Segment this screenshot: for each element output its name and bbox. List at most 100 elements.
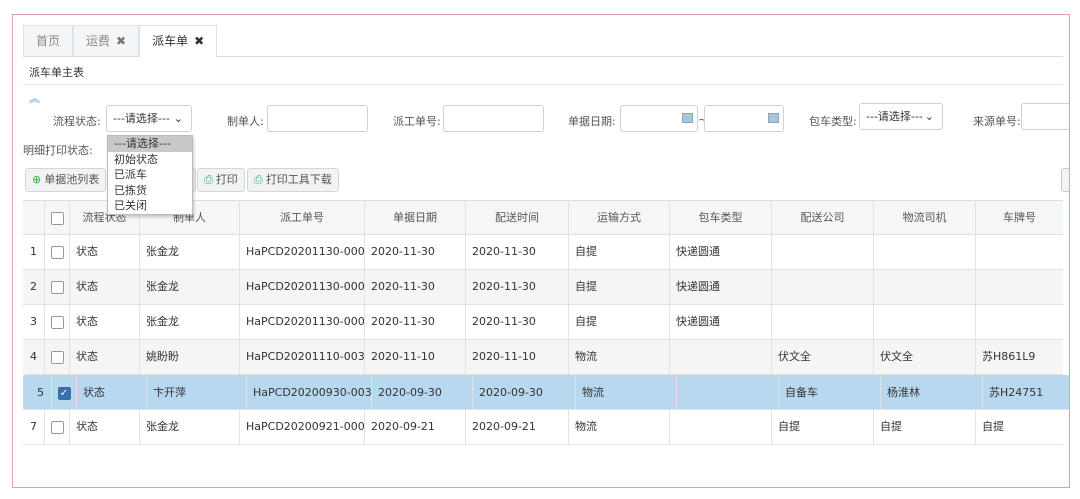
tab-freight[interactable]: 运费 ✖: [73, 25, 140, 56]
tab-label: 运费: [86, 34, 111, 48]
close-icon[interactable]: ✖: [116, 34, 126, 48]
table-cell: 自提: [982, 420, 1004, 433]
table-cell: 2020-09-30: [372, 376, 473, 409]
tab-home[interactable]: 首页: [23, 25, 74, 56]
table-cell: HaPCD20201110-0032: [240, 340, 365, 374]
dropdown-option[interactable]: ---请选择---: [108, 136, 192, 152]
table-cell: 快递圆通: [670, 270, 772, 304]
dispatch-table: 流程状态 制单人 派工单号 单据日期 配送时间 运输方式 包车类型 配送公司 物…: [23, 200, 1069, 445]
row-checkbox[interactable]: [50, 315, 64, 329]
row-checkbox-cell: [45, 305, 70, 339]
table-cell: 2020-11-30: [365, 235, 466, 269]
table-cell: 自提: [569, 305, 670, 339]
table-cell: 自备车: [779, 376, 881, 409]
table-row[interactable]: 2 状态 张金龙 HaPCD20201130-0006 2020-11-30 2020-1…: [23, 270, 1063, 305]
chevron-down-icon: ⌄: [924, 110, 934, 123]
column-header[interactable]: 包车类型: [670, 201, 772, 234]
table-cell: 快递圆通: [670, 305, 772, 339]
close-icon[interactable]: ✖: [194, 34, 204, 48]
table-cell: 张金龙: [140, 305, 240, 339]
table-cell: [772, 270, 874, 304]
select-all-checkbox[interactable]: [50, 211, 64, 225]
table-cell: 状态: [70, 270, 140, 304]
dropdown-option[interactable]: 已拣货: [108, 183, 192, 199]
row-checkbox[interactable]: [50, 420, 64, 434]
table-row[interactable]: 5 ✓ 状态 卞开萍 HaPCD20200930-0030 2020-09-30 2020-…: [23, 375, 1069, 410]
dropdown-option[interactable]: 初始状态: [108, 152, 192, 168]
table-cell: [976, 235, 1063, 269]
table-cell: 状态: [70, 305, 140, 339]
table-cell: 自提: [569, 235, 670, 269]
table-cell: [874, 270, 976, 304]
pool-list-button[interactable]: ⊕ 单据池列表: [25, 168, 107, 192]
table-cell: 姚盼盼: [140, 340, 240, 374]
calendar-icon[interactable]: [682, 113, 693, 123]
table-cell: 2020-09-21: [365, 410, 466, 444]
chevron-down-icon: ⌄: [173, 112, 183, 125]
row-checkbox[interactable]: [50, 280, 64, 294]
table-cell: 伏文全: [874, 340, 976, 374]
table-cell: 张金龙: [140, 270, 240, 304]
table-cell: 张金龙: [140, 235, 240, 269]
column-header[interactable]: 派工单号: [240, 201, 365, 234]
table-cell: 伏文全: [772, 340, 874, 374]
print-tool-download-button[interactable]: ⎙ 打印工具下载: [247, 168, 339, 192]
charter-type-select[interactable]: ---请选择--- ⌄: [859, 103, 943, 130]
table-cell: [772, 305, 874, 339]
select-value: ---请选择---: [113, 112, 170, 125]
dropdown-option[interactable]: 已派车: [108, 167, 192, 183]
date-from-input[interactable]: [620, 105, 698, 132]
tab-bar: 首页 运费 ✖ 派车单 ✖: [23, 25, 1063, 57]
table-cell: 2020-11-30: [365, 305, 466, 339]
button-label: 单据池列表: [44, 173, 100, 186]
table-cell: 2020-11-30: [466, 270, 569, 304]
toolbar-overflow-button[interactable]: [1061, 168, 1069, 192]
collapse-icon[interactable]: ︽: [29, 90, 40, 106]
dispatch-no-input[interactable]: [443, 105, 544, 132]
row-checkbox[interactable]: ✓: [57, 386, 71, 400]
table-cell: 物流: [569, 410, 670, 444]
row-index: 2: [23, 270, 45, 304]
select-all-cell: [45, 201, 70, 234]
table-row[interactable]: 3 状态 张金龙 HaPCD20201130-0004 2020-11-30 2020-1…: [23, 305, 1063, 340]
tab-dispatch[interactable]: 派车单 ✖: [139, 25, 218, 57]
row-index: 4: [23, 340, 45, 374]
table-row[interactable]: 4 状态 姚盼盼 HaPCD20201110-0032 2020-11-10 2020-1…: [23, 340, 1063, 375]
table-cell: 自提: [569, 270, 670, 304]
row-checkbox[interactable]: [50, 245, 64, 259]
row-checkbox[interactable]: [50, 350, 64, 364]
table-cell: 快递圆通: [670, 235, 772, 269]
calendar-icon[interactable]: [768, 113, 779, 123]
column-header[interactable]: 单据日期: [365, 201, 466, 234]
table-row[interactable]: 1 状态 张金龙 HaPCD20201130-0007 2020-11-30 2020-1…: [23, 235, 1063, 270]
date-to-input[interactable]: [704, 105, 784, 132]
dropdown-option[interactable]: 已关闭: [108, 198, 192, 214]
column-header[interactable]: 运输方式: [569, 201, 670, 234]
row-index: 7: [23, 410, 45, 444]
table-cell: 自提: [772, 410, 874, 444]
table-cell: [874, 305, 976, 339]
plus-circle-icon: ⊕: [32, 173, 42, 186]
row-checkbox-cell: [45, 340, 70, 374]
row-checkbox-cell: [45, 270, 70, 304]
table-cell: 2020-11-30: [365, 270, 466, 304]
app-frame: 首页 运费 ✖ 派车单 ✖ 派车单主表 ︽ 流程状态: ---请选择--- ⌄ 制单人…: [12, 14, 1070, 488]
table-row[interactable]: 7 状态 张金龙 HaPCD20200921-0009 2020-09-21 2020-0…: [23, 410, 1063, 445]
table-cell: 杨淮林: [881, 376, 983, 409]
column-header[interactable]: 车牌号: [976, 201, 1063, 234]
column-header[interactable]: 配送时间: [466, 201, 569, 234]
tab-label: 首页: [36, 34, 61, 48]
table-cell: 物流: [576, 376, 677, 409]
source-no-input[interactable]: [1021, 103, 1069, 130]
detail-print-label: 明细打印状态:: [23, 144, 93, 157]
print-button[interactable]: ⎙ 打印: [197, 168, 245, 192]
table-cell: HaPCD20201130-0004: [240, 305, 365, 339]
creator-input[interactable]: [267, 105, 368, 132]
table-cell: HaPCD20200921-0009: [240, 410, 365, 444]
column-header[interactable]: 配送公司: [772, 201, 874, 234]
column-header[interactable]: 物流司机: [874, 201, 976, 234]
table-cell: [874, 235, 976, 269]
table-cell: 状态: [70, 410, 140, 444]
flow-status-select[interactable]: ---请选择--- ⌄: [106, 105, 192, 132]
select-value: ---请选择---: [866, 110, 923, 123]
